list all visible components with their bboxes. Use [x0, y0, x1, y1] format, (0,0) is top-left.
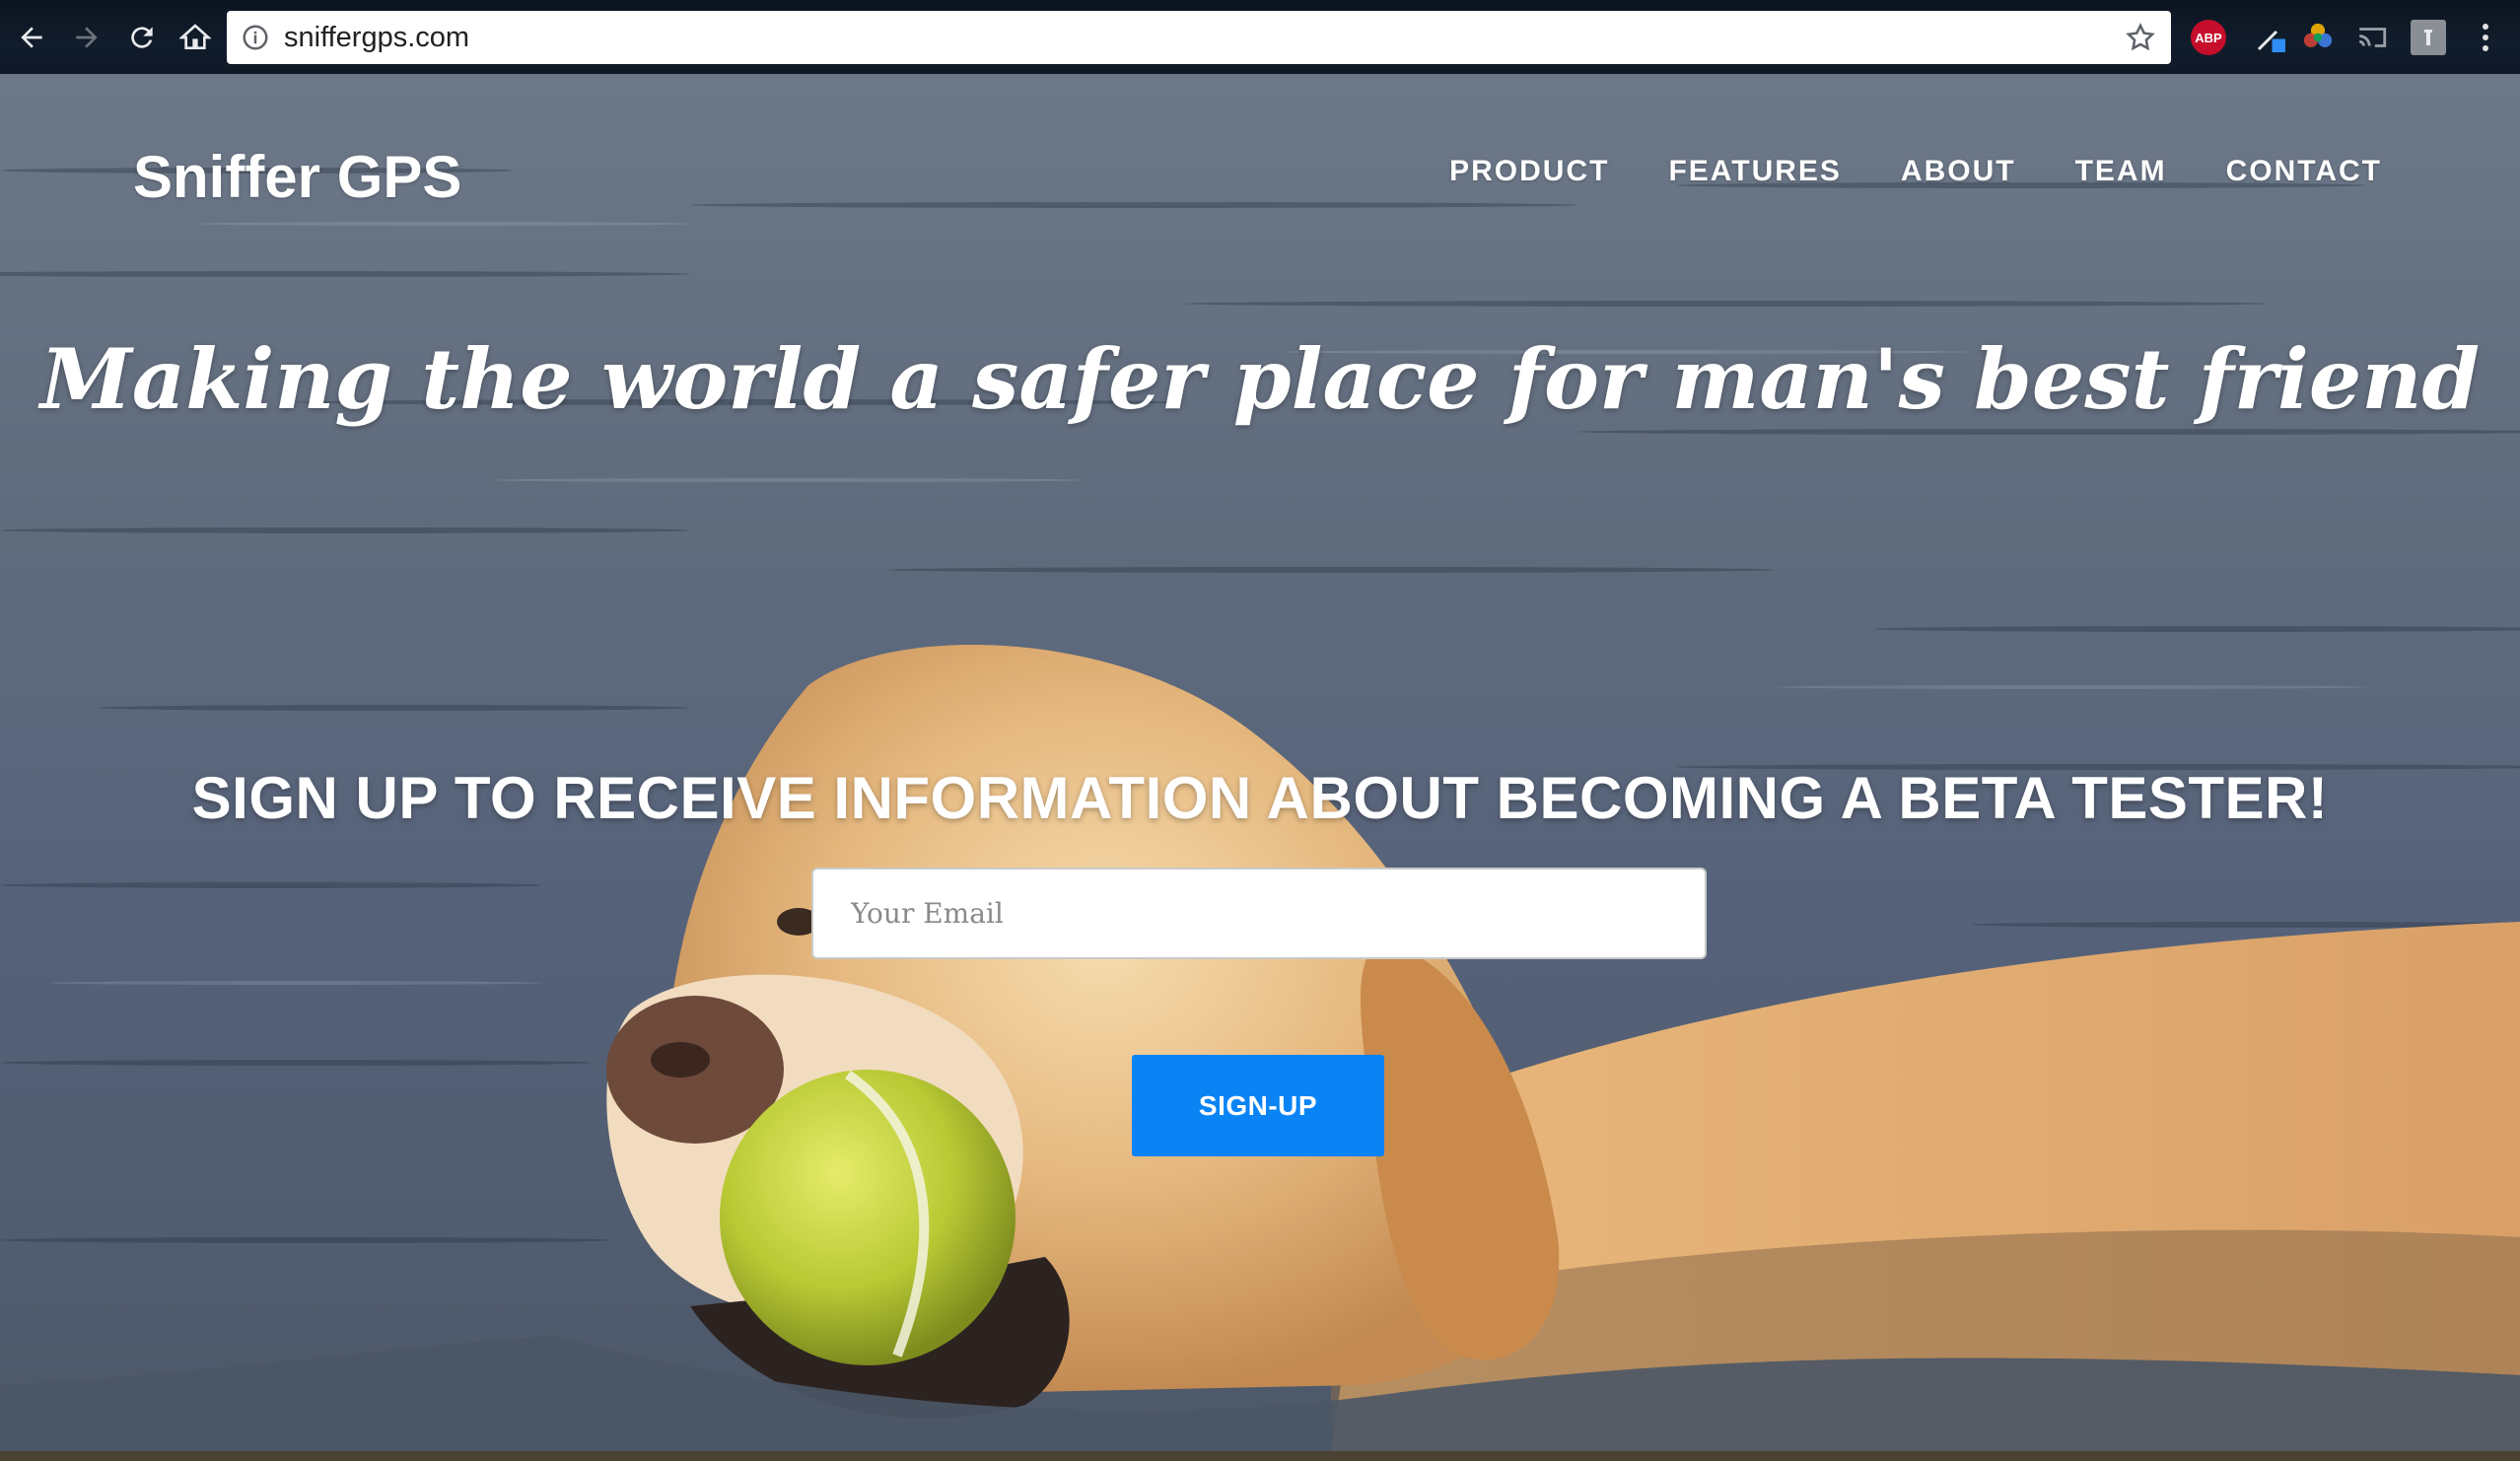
nav-about-link[interactable]: ABOUT: [1901, 155, 2016, 188]
window-bottom-edge: [0, 1451, 2520, 1461]
url-text: sniffergps.com: [284, 21, 470, 53]
star-icon[interactable]: [2124, 21, 2157, 54]
dog-swimming-image: [0, 645, 2520, 1451]
color-wheel-extension-icon[interactable]: [2300, 20, 2336, 55]
browser-menu-button[interactable]: [2468, 20, 2503, 55]
email-input[interactable]: [811, 868, 1707, 959]
hero-tagline: Making the world a safer place for man's…: [39, 330, 2481, 428]
address-bar[interactable]: sniffergps.com: [227, 11, 2171, 64]
reload-button[interactable]: [120, 16, 164, 59]
browser-toolbar: sniffergps.com ABP: [0, 0, 2520, 74]
info-icon[interactable]: [241, 23, 270, 52]
back-button[interactable]: [10, 16, 53, 59]
color-picker-extension-icon[interactable]: [2253, 20, 2288, 55]
beta-signup-heading: SIGN UP TO RECEIVE INFORMATION ABOUT BEC…: [191, 765, 2329, 831]
kebab-menu-icon: [2483, 24, 2488, 51]
font-extension-icon[interactable]: [2411, 20, 2446, 55]
nav-team-link[interactable]: TEAM: [2075, 155, 2167, 188]
home-icon: [179, 24, 211, 49]
forward-arrow-icon: [76, 27, 98, 48]
brand-logo[interactable]: Sniffer GPS: [133, 143, 461, 211]
home-button[interactable]: [174, 16, 217, 59]
hero-section: Sniffer GPS PRODUCT FEATURES ABOUT TEAM …: [0, 74, 2520, 1451]
cast-icon[interactable]: [2354, 20, 2390, 55]
signup-button[interactable]: SIGN-UP: [1132, 1055, 1384, 1156]
nav-contact-link[interactable]: CONTACT: [2226, 155, 2382, 188]
reload-icon: [131, 27, 153, 48]
back-arrow-icon: [21, 27, 42, 48]
forward-button[interactable]: [65, 16, 108, 59]
nav-features-link[interactable]: FEATURES: [1668, 155, 1841, 188]
nav-product-link[interactable]: PRODUCT: [1449, 155, 1609, 188]
site-navigation: PRODUCT FEATURES ABOUT TEAM CONTACT: [1449, 155, 2382, 188]
adblock-extension-icon[interactable]: ABP: [2191, 20, 2226, 55]
